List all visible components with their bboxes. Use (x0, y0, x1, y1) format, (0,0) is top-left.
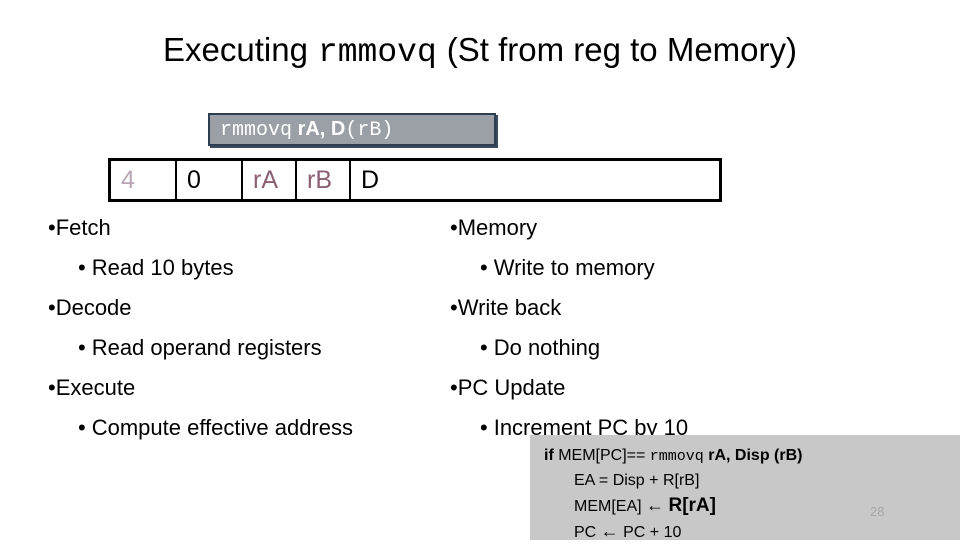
instruction-syntax-operands-a: rA, D (292, 117, 346, 140)
stage-subitem-write-to-memory: • Write to memory (450, 248, 850, 288)
stage-subitem-read-10-bytes: • Read 10 bytes (48, 248, 448, 288)
stage-item-label: Memory (457, 215, 538, 240)
stage-list-left: •Fetch • Read 10 bytes •Decode • Read oper… (48, 208, 448, 448)
stage-item-label: Execute (55, 375, 136, 400)
semantics-pc-rhs: PC + 10 (618, 524, 682, 541)
stage-item-label: Decode (55, 295, 132, 320)
stage-subitem-read-operand-registers: • Read operand registers (48, 328, 448, 368)
bullet-icon: • (48, 295, 56, 320)
semantics-if-keyword: if (544, 447, 559, 464)
stage-subitem-label: Do nothing (493, 335, 601, 360)
stage-item-write-back: •Write back (450, 288, 850, 328)
stage-item-fetch: •Fetch (48, 208, 448, 248)
encoding-cell-ifun: 0 (177, 161, 243, 199)
bullet-icon: • (480, 415, 488, 440)
semantics-mnemonic: rmmovq (649, 448, 704, 465)
left-arrow-icon: ← (600, 521, 619, 541)
stage-item-decode: •Decode (48, 288, 448, 328)
stage-item-pc-update: •PC Update (450, 368, 850, 408)
semantics-line-pc-update: PC ← PC + 10 (544, 519, 960, 545)
encoding-cell-icode: 4 (111, 161, 177, 199)
encoding-cell-rb: rB (297, 161, 351, 199)
semantics-line-condition: if MEM[PC]== rmmovq rA, Disp (rB) (544, 444, 960, 469)
page-title: Executing rmmovq (St from reg to Memory) (0, 28, 960, 75)
semantics-mem-rhs: R[rA] (668, 495, 716, 516)
stage-item-label: Fetch (55, 215, 111, 240)
instruction-encoding-table: 4 0 rA rB D (108, 158, 722, 202)
semantics-condition: MEM[PC]== (558, 447, 650, 464)
semantics-line-ea: EA = Disp + R[rB] (574, 472, 700, 489)
stage-item-label: PC Update (457, 375, 566, 400)
bullet-icon: • (48, 375, 56, 400)
stage-subitem-label: Compute effective address (91, 415, 353, 440)
stage-subitem-do-nothing: • Do nothing (450, 328, 850, 368)
semantics-line-mem-write: MEM[EA] ← R[rA] (544, 493, 960, 519)
instruction-syntax-box: rmmovq rA, D(rB) (208, 113, 496, 146)
stage-subitem-compute-effective-address: • Compute effective address (48, 408, 448, 448)
stage-list-right: •Memory • Write to memory •Write back • Do… (450, 208, 850, 448)
bullet-icon: • (450, 375, 458, 400)
bullet-icon: • (78, 335, 86, 360)
page-title-mnemonic: rmmovq (317, 34, 437, 71)
encoding-cell-ra: rA (243, 161, 297, 199)
stage-subitem-label: Read operand registers (91, 335, 322, 360)
page-number: 28 (870, 504, 885, 519)
semantics-pc-lhs: PC (574, 524, 601, 541)
page-title-suffix: (St from reg to Memory) (446, 31, 797, 68)
instruction-syntax-operands-b: (rB) (345, 118, 394, 142)
semantics-panel: if MEM[PC]== rmmovq rA, Disp (rB) EA = D… (530, 435, 960, 541)
bullet-icon: • (48, 215, 56, 240)
stage-subitem-label: Write to memory (493, 255, 655, 280)
bullet-icon: • (450, 215, 458, 240)
left-arrow-icon: ← (646, 495, 665, 515)
instruction-syntax-text: rmmovq rA, D(rB) (220, 119, 393, 141)
page-title-prefix: Executing (163, 31, 308, 68)
stage-item-label: Write back (457, 295, 562, 320)
semantics-operands: rA, Disp (rB) (703, 447, 803, 464)
bullet-icon: • (480, 335, 488, 360)
bullet-icon: • (450, 295, 458, 320)
bullet-icon: • (78, 255, 86, 280)
semantics-mem-lhs: MEM[EA] (574, 498, 647, 515)
encoding-cell-displacement: D (361, 165, 380, 194)
stage-item-memory: •Memory (450, 208, 850, 248)
stage-subitem-label: Read 10 bytes (91, 255, 234, 280)
instruction-syntax-mnemonic: rmmovq (220, 118, 293, 142)
bullet-icon: • (480, 255, 488, 280)
stage-item-execute: •Execute (48, 368, 448, 408)
bullet-icon: • (78, 415, 86, 440)
